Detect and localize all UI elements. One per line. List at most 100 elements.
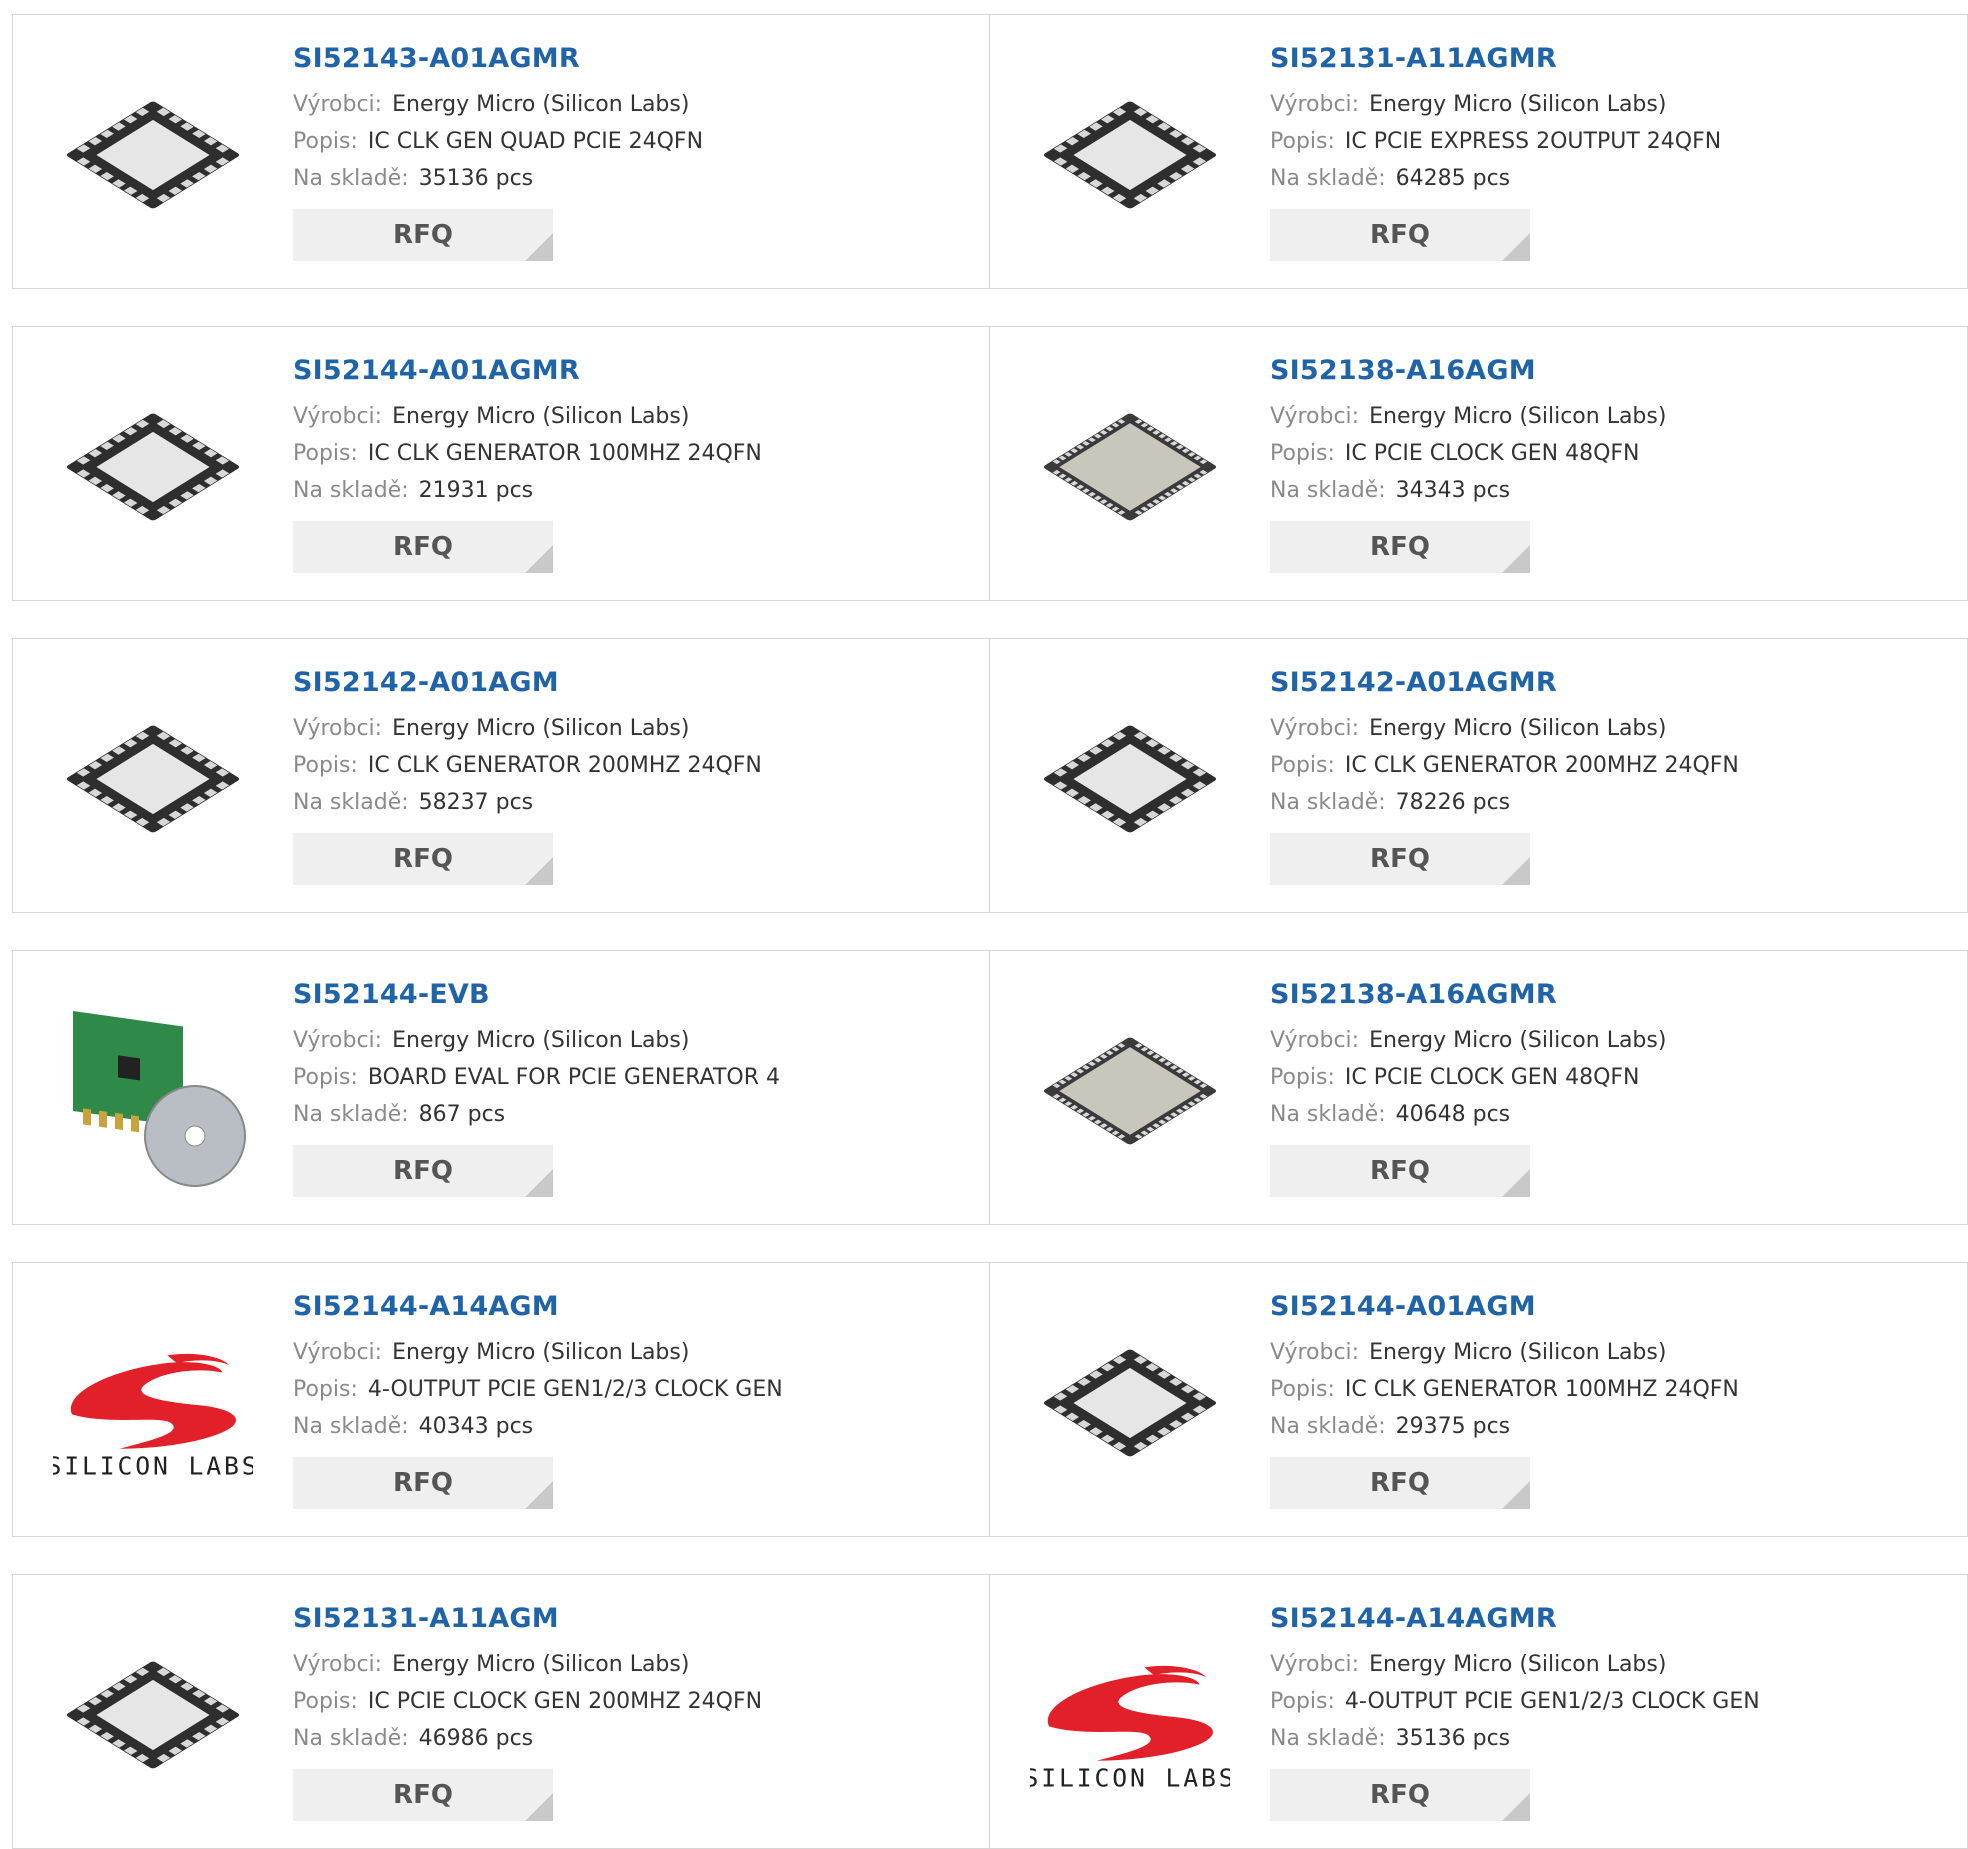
rfq-button[interactable]: RFQ xyxy=(293,521,553,573)
product-thumbnail[interactable] xyxy=(1030,55,1230,255)
stock-value: 78226 pcs xyxy=(1395,790,1511,815)
product-card: SI52144-A01AGMR Výrobci: Energy Micro (Si… xyxy=(12,326,990,601)
description-label: Popis: xyxy=(293,1377,358,1402)
manufacturer-row: Výrobci: Energy Micro (Silicon Labs) xyxy=(293,1334,783,1371)
qfn48-chip-icon xyxy=(1043,413,1217,521)
qfn24-chip-icon xyxy=(1043,101,1217,209)
part-number-link[interactable]: SI52144-EVB xyxy=(293,979,780,1010)
product-card: SILICON LABS SI52144-A14AGMR Výrobci: Ene… xyxy=(990,1574,1968,1849)
corner-triangle-icon xyxy=(1502,1481,1530,1509)
product-thumbnail[interactable] xyxy=(53,1615,253,1815)
rfq-button[interactable]: RFQ xyxy=(1270,833,1530,885)
description-label: Popis: xyxy=(293,1065,358,1090)
corner-triangle-icon xyxy=(1502,1793,1530,1821)
product-card: SI52131-A11AGMR Výrobci: Energy Micro (Si… xyxy=(990,14,1968,289)
corner-triangle-icon xyxy=(525,233,553,261)
corner-triangle-icon xyxy=(1502,545,1530,573)
product-thumbnail[interactable] xyxy=(1030,991,1230,1191)
stock-value: 64285 pcs xyxy=(1395,166,1511,191)
manufacturer-value: Energy Micro (Silicon Labs) xyxy=(392,716,690,741)
product-thumbnail[interactable] xyxy=(53,991,253,1191)
qfn48-chip-icon xyxy=(1043,1037,1217,1145)
rfq-button[interactable]: RFQ xyxy=(1270,209,1530,261)
qfn24-chip-icon xyxy=(66,725,240,833)
part-number-link[interactable]: SI52138-A16AGMR xyxy=(1270,979,1666,1010)
rfq-label: RFQ xyxy=(1370,220,1430,250)
manufacturer-value: Energy Micro (Silicon Labs) xyxy=(392,1652,690,1677)
rfq-button[interactable]: RFQ xyxy=(1270,1769,1530,1821)
part-number-link[interactable]: SI52143-A01AGMR xyxy=(293,43,703,74)
eval-board-icon xyxy=(73,1010,246,1187)
stock-label: Na skladě: xyxy=(293,166,409,191)
stock-row: Na skladě: 78226 pcs xyxy=(1270,784,1739,821)
manufacturer-row: Výrobci: Energy Micro (Silicon Labs) xyxy=(1270,86,1721,123)
rfq-button[interactable]: RFQ xyxy=(293,1457,553,1509)
rfq-button[interactable]: RFQ xyxy=(293,1769,553,1821)
description-row: Popis: BOARD EVAL FOR PCIE GENERATOR 4 xyxy=(293,1059,780,1096)
part-number-link[interactable]: SI52142-A01AGMR xyxy=(1270,667,1739,698)
manufacturer-label: Výrobci: xyxy=(1270,1652,1360,1677)
product-info: SI52131-A11AGM Výrobci: Energy Micro (Sil… xyxy=(293,1603,762,1821)
corner-triangle-icon xyxy=(525,857,553,885)
part-number-link[interactable]: SI52144-A01AGM xyxy=(1270,1291,1739,1322)
manufacturer-value: Energy Micro (Silicon Labs) xyxy=(392,1028,690,1053)
logo-text: SILICON LABS xyxy=(1030,1763,1230,1792)
product-thumbnail[interactable] xyxy=(1030,367,1230,567)
corner-triangle-icon xyxy=(525,1793,553,1821)
stock-label: Na skladě: xyxy=(293,1726,409,1751)
manufacturer-row: Výrobci: Energy Micro (Silicon Labs) xyxy=(1270,1334,1739,1371)
part-number-link[interactable]: SI52144-A14AGM xyxy=(293,1291,783,1322)
stock-row: Na skladě: 40648 pcs xyxy=(1270,1096,1666,1133)
product-card: SI52143-A01AGMR Výrobci: Energy Micro (Si… xyxy=(12,14,990,289)
rfq-label: RFQ xyxy=(1370,532,1430,562)
description-label: Popis: xyxy=(293,753,358,778)
description-row: Popis: 4-OUTPUT PCIE GEN1/2/3 CLOCK GEN xyxy=(1270,1683,1760,1720)
product-thumbnail[interactable] xyxy=(1030,679,1230,879)
description-value: IC PCIE EXPRESS 2OUTPUT 24QFN xyxy=(1344,129,1722,154)
product-thumbnail[interactable] xyxy=(53,367,253,567)
stock-label: Na skladě: xyxy=(1270,790,1386,815)
corner-triangle-icon xyxy=(1502,857,1530,885)
part-number-link[interactable]: SI52131-A11AGM xyxy=(293,1603,762,1634)
manufacturer-row: Výrobci: Energy Micro (Silicon Labs) xyxy=(293,1022,780,1059)
description-row: Popis: IC PCIE CLOCK GEN 48QFN xyxy=(1270,1059,1666,1096)
description-value: IC CLK GENERATOR 100MHZ 24QFN xyxy=(1344,1377,1739,1402)
rfq-button[interactable]: RFQ xyxy=(1270,1145,1530,1197)
rfq-label: RFQ xyxy=(393,220,453,250)
stock-value: 35136 pcs xyxy=(1395,1726,1511,1751)
part-number-link[interactable]: SI52142-A01AGM xyxy=(293,667,762,698)
stock-row: Na skladě: 867 pcs xyxy=(293,1096,780,1133)
product-thumbnail[interactable]: SILICON LABS xyxy=(53,1303,253,1503)
rfq-button[interactable]: RFQ xyxy=(293,1145,553,1197)
rfq-button[interactable]: RFQ xyxy=(293,833,553,885)
product-thumbnail[interactable] xyxy=(1030,1303,1230,1503)
rfq-label: RFQ xyxy=(393,532,453,562)
manufacturer-label: Výrobci: xyxy=(293,716,383,741)
part-number-link[interactable]: SI52144-A14AGMR xyxy=(1270,1603,1760,1634)
description-label: Popis: xyxy=(1270,441,1335,466)
description-value: IC CLK GENERATOR 100MHZ 24QFN xyxy=(367,441,762,466)
rfq-button[interactable]: RFQ xyxy=(1270,1457,1530,1509)
product-thumbnail[interactable]: SILICON LABS xyxy=(1030,1615,1230,1815)
part-number-link[interactable]: SI52138-A16AGM xyxy=(1270,355,1666,386)
manufacturer-row: Výrobci: Energy Micro (Silicon Labs) xyxy=(293,398,762,435)
stock-value: 46986 pcs xyxy=(418,1726,534,1751)
stock-row: Na skladě: 21931 pcs xyxy=(293,472,762,509)
product-card: SI52131-A11AGM Výrobci: Energy Micro (Sil… xyxy=(12,1574,990,1849)
stock-label: Na skladě: xyxy=(293,478,409,503)
part-number-link[interactable]: SI52131-A11AGMR xyxy=(1270,43,1721,74)
rfq-button[interactable]: RFQ xyxy=(293,209,553,261)
corner-triangle-icon xyxy=(1502,1169,1530,1197)
product-info: SI52138-A16AGMR Výrobci: Energy Micro (Si… xyxy=(1270,979,1666,1197)
part-number-link[interactable]: SI52144-A01AGMR xyxy=(293,355,762,386)
qfn24-chip-icon xyxy=(66,413,240,521)
description-value: 4-OUTPUT PCIE GEN1/2/3 CLOCK GEN xyxy=(367,1377,783,1402)
product-card: SI52144-EVB Výrobci: Energy Micro (Silico… xyxy=(12,950,990,1225)
stock-value: 21931 pcs xyxy=(418,478,534,503)
rfq-button[interactable]: RFQ xyxy=(1270,521,1530,573)
manufacturer-row: Výrobci: Energy Micro (Silicon Labs) xyxy=(293,86,703,123)
product-thumbnail[interactable] xyxy=(53,679,253,879)
description-row: Popis: IC CLK GENERATOR 200MHZ 24QFN xyxy=(293,747,762,784)
description-label: Popis: xyxy=(293,129,358,154)
product-thumbnail[interactable] xyxy=(53,55,253,255)
